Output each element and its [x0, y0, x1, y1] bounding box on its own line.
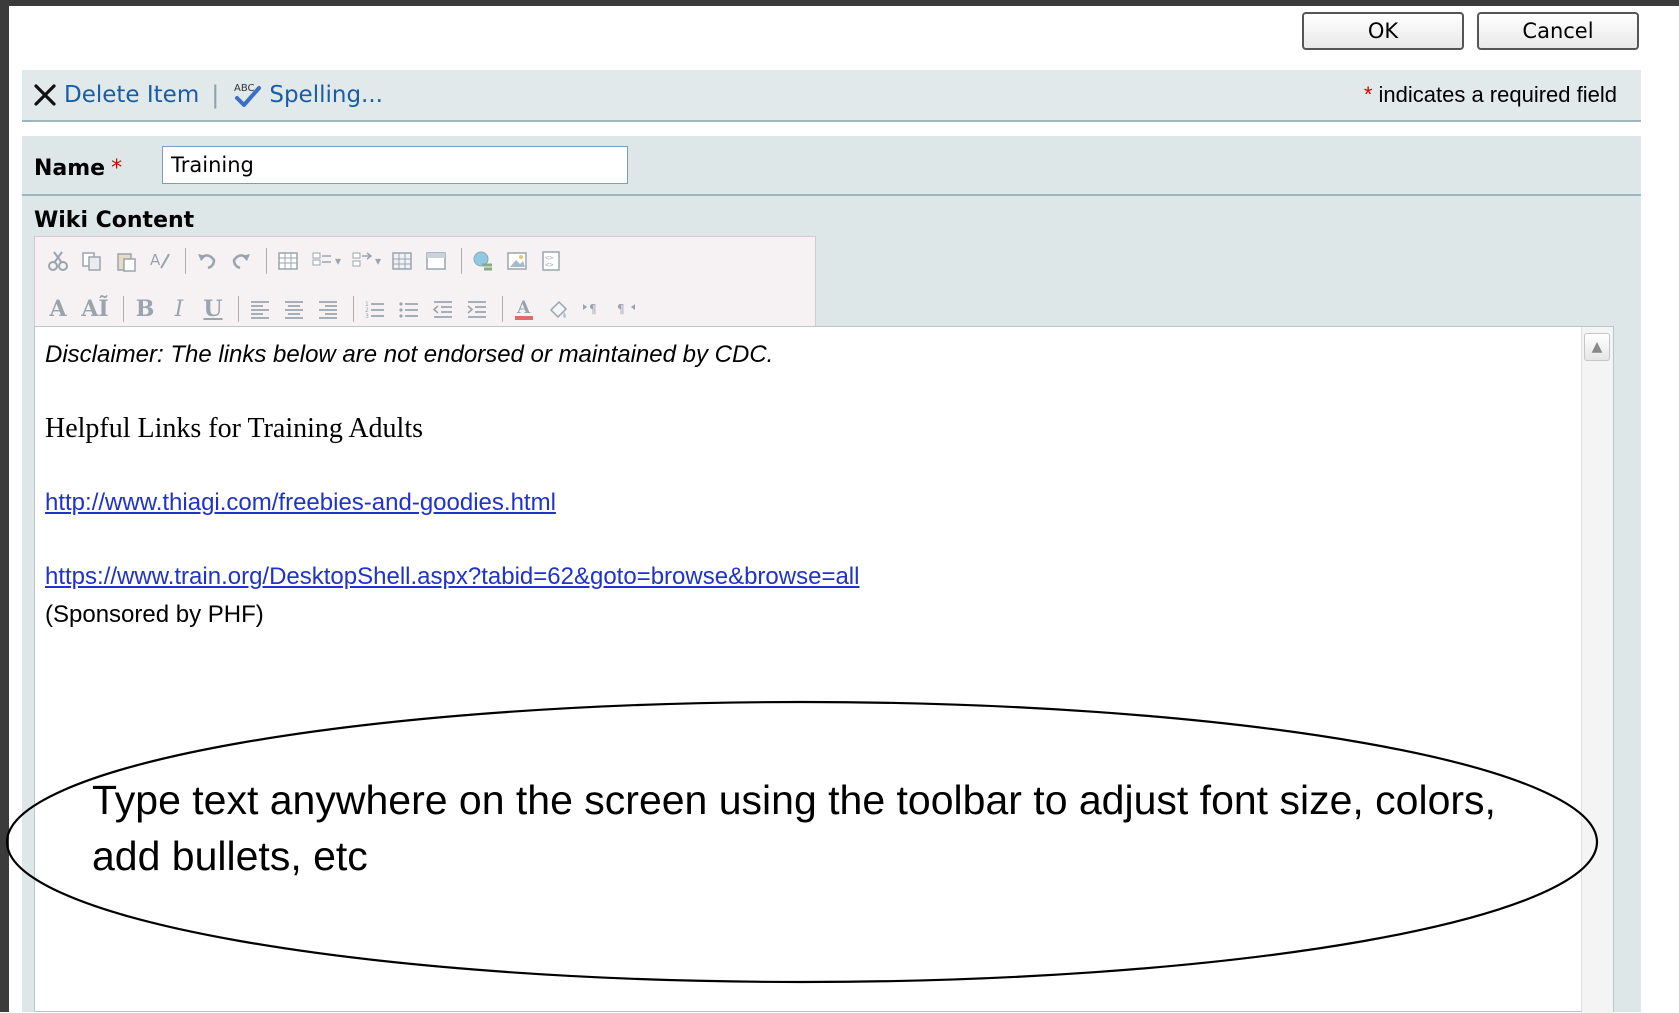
format-painter-icon[interactable]: A — [145, 245, 175, 277]
required-note-text: indicates a required field — [1378, 82, 1617, 107]
font-size-button[interactable]: AĨ — [77, 293, 113, 325]
ok-button[interactable]: OK — [1302, 12, 1464, 50]
train-org-link[interactable]: https://www.train.org/DesktopShell.aspx?… — [45, 563, 859, 591]
window-top-border — [0, 0, 1679, 6]
toolbar-separator — [123, 296, 124, 322]
underline-button[interactable]: U — [198, 293, 228, 325]
spelling-label: Spelling... — [269, 82, 383, 108]
wiki-content-label: Wiki Content — [34, 208, 195, 233]
increase-indent-icon[interactable] — [462, 293, 492, 325]
undo-icon[interactable] — [192, 245, 222, 277]
svg-text:3: 3 — [365, 313, 369, 320]
italic-button[interactable]: I — [164, 293, 194, 325]
name-row: Name * — [22, 136, 1641, 196]
delete-x-icon — [34, 84, 56, 106]
numbered-list-icon[interactable]: 123 — [360, 293, 390, 325]
action-separator: | — [211, 81, 220, 109]
toolbar-separator — [353, 296, 354, 322]
font-name-button[interactable]: A — [43, 293, 73, 325]
chevron-down-icon[interactable]: ▾ — [375, 254, 381, 268]
toolbar-separator — [185, 248, 186, 274]
svg-text:ABC: ABC — [234, 83, 255, 94]
font-color-icon[interactable]: A — [509, 293, 539, 325]
ltr-direction-icon[interactable]: ¶ — [577, 293, 607, 325]
name-input[interactable] — [162, 146, 628, 184]
toolbar-separator — [461, 248, 463, 274]
paste-icon[interactable] — [111, 245, 141, 277]
table-properties-icon[interactable] — [387, 245, 417, 277]
required-field-note: * indicates a required field — [1364, 82, 1617, 108]
cancel-button[interactable]: Cancel — [1477, 12, 1639, 50]
spell-check-icon: ABC — [234, 83, 262, 107]
toolbar-row-2: A AĨ B I U 123 A ¶ ¶ — [43, 289, 645, 329]
svg-text:<>: <> — [545, 261, 553, 269]
toolbar-separator — [266, 248, 267, 274]
scroll-up-icon[interactable]: ▲ — [1584, 333, 1610, 361]
insert-table-icon[interactable] — [273, 245, 303, 277]
sponsor-text: (Sponsored by PHF) — [45, 601, 264, 628]
rtl-direction-icon[interactable]: ¶ — [611, 293, 641, 325]
decrease-indent-icon[interactable] — [428, 293, 458, 325]
action-toolbar: Delete Item | ABC Spelling... * indicate… — [22, 70, 1641, 122]
svg-text:¶: ¶ — [589, 302, 597, 316]
cut-icon[interactable] — [43, 245, 73, 277]
svg-text:A: A — [516, 298, 531, 318]
name-label: Name * — [34, 156, 122, 181]
name-label-text: Name — [34, 156, 106, 181]
table-options-icon[interactable] — [307, 245, 337, 277]
align-center-icon[interactable] — [279, 293, 309, 325]
insert-row-icon[interactable] — [347, 245, 377, 277]
required-star: * — [1363, 82, 1373, 107]
insert-image-icon[interactable] — [502, 245, 532, 277]
redo-icon[interactable] — [226, 245, 256, 277]
bullet-list-icon[interactable] — [394, 293, 424, 325]
wiki-content-editor[interactable]: Disclaimer: The links below are not endo… — [34, 326, 1614, 1013]
thiagi-link[interactable]: http://www.thiagi.com/freebies-and-goodi… — [45, 489, 556, 517]
highlight-color-icon[interactable] — [543, 293, 573, 325]
delete-item-link[interactable]: Delete Item — [32, 82, 199, 108]
align-right-icon[interactable] — [313, 293, 343, 325]
toolbar-separator — [238, 296, 239, 322]
svg-text:A: A — [150, 251, 161, 269]
svg-text:¶: ¶ — [617, 302, 625, 316]
bold-button[interactable]: B — [130, 293, 160, 325]
editor-scrollbar[interactable]: ▲ — [1581, 327, 1613, 1013]
align-left-icon[interactable] — [245, 293, 275, 325]
edit-source-icon[interactable]: <> <> — [536, 245, 566, 277]
cell-properties-icon[interactable] — [421, 245, 451, 277]
delete-item-label: Delete Item — [64, 82, 200, 108]
toolbar-row-1: A ▾ ▾ <> <> — [43, 241, 570, 281]
window-left-border — [0, 0, 9, 1012]
spelling-link[interactable]: ABC Spelling... — [231, 80, 383, 110]
insert-link-icon[interactable] — [468, 245, 498, 277]
rich-text-toolbar: A ▾ ▾ <> <> A AĨ B I U 1 2 3 A ¶ ¶ — [34, 236, 816, 334]
name-required-star: * — [111, 156, 123, 181]
toolbar-separator — [502, 296, 503, 322]
chevron-down-icon[interactable]: ▾ — [335, 254, 341, 268]
disclaimer-text: Disclaimer: The links below are not endo… — [45, 341, 774, 368]
copy-icon[interactable] — [77, 245, 107, 277]
callout-annotation-text: Type text anywhere on the screen using t… — [92, 777, 1496, 879]
content-heading: Helpful Links for Training Adults — [45, 413, 424, 444]
